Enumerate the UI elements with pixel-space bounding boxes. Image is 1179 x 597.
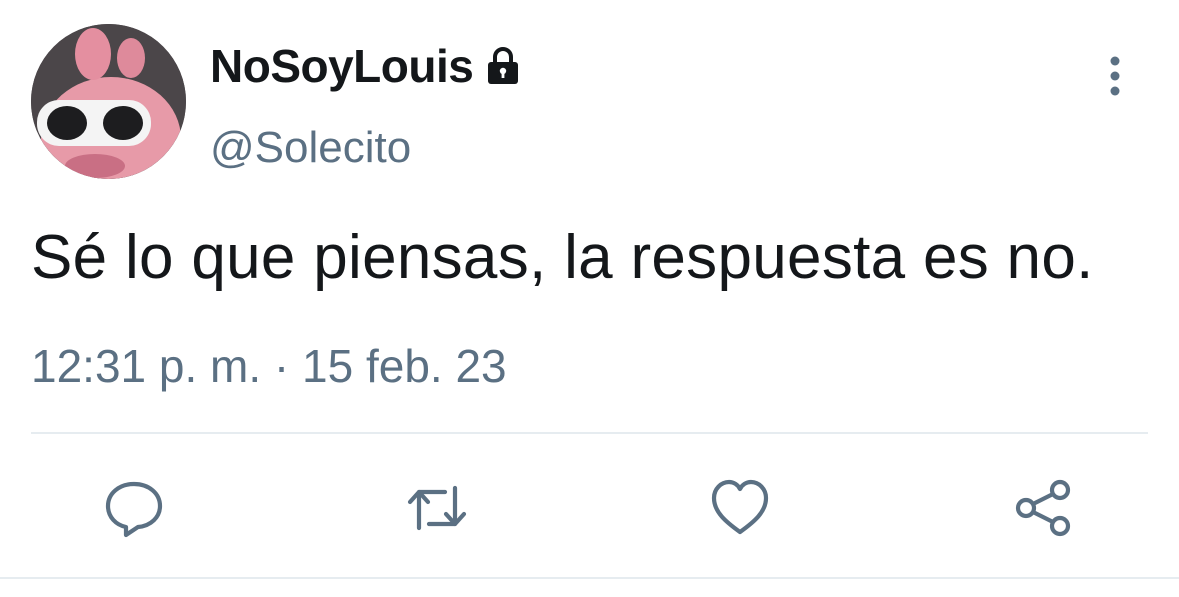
reply-button[interactable] [102, 476, 166, 540]
avatar-image [31, 24, 186, 179]
tweet-detail: NoSoyLouis @Solecito Sé lo que piensas, … [0, 0, 1179, 597]
tweet-text: Sé lo que piensas, la respuesta es no. [31, 223, 1094, 292]
retweet-button[interactable] [405, 476, 469, 540]
heart-icon [711, 479, 769, 535]
divider [0, 577, 1179, 579]
divider [31, 432, 1148, 434]
avatar[interactable] [31, 24, 186, 179]
reply-icon [105, 481, 163, 538]
retweet-icon [407, 485, 467, 531]
display-name-row: NoSoyLouis [210, 38, 525, 94]
like-button[interactable] [708, 476, 772, 540]
more-options-icon[interactable] [1100, 55, 1130, 97]
share-icon [1015, 479, 1071, 537]
share-button[interactable] [1012, 476, 1076, 540]
lock-icon [481, 44, 525, 88]
user-handle[interactable]: @Solecito [210, 120, 411, 176]
display-name[interactable]: NoSoyLouis [210, 38, 474, 94]
tweet-timestamp[interactable]: 12:31 p. m. · 15 feb. 23 [31, 338, 507, 394]
